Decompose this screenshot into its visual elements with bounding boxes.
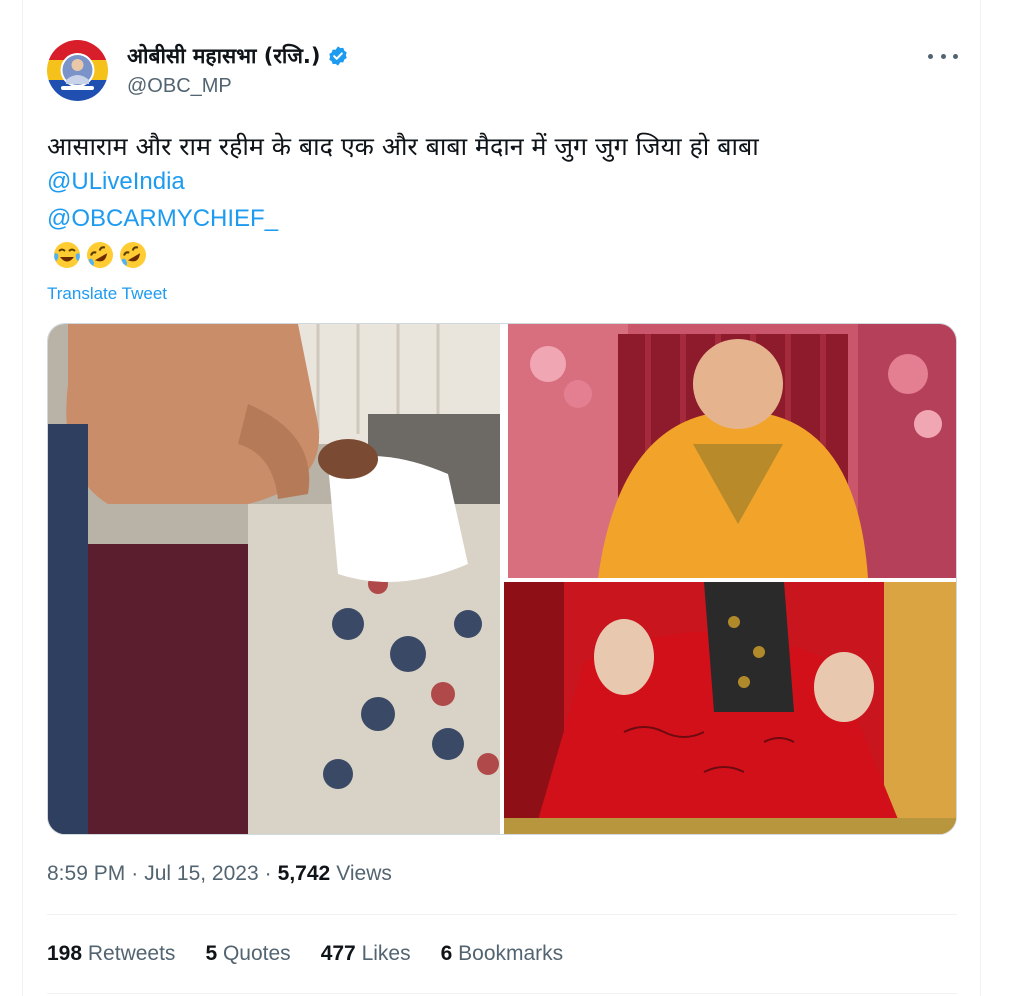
more-options-icon[interactable] <box>928 46 958 66</box>
separator: · <box>264 862 272 885</box>
tweet-image-2[interactable] <box>508 324 956 578</box>
tweet-date[interactable]: Jul 15, 2023 <box>144 862 258 886</box>
mention-link[interactable]: @ULiveIndia <box>47 168 185 196</box>
bookmarks-stat[interactable]: 6 Bookmarks <box>441 942 564 966</box>
translate-tweet-link[interactable]: Translate Tweet <box>47 284 167 304</box>
quotes-stat[interactable]: 5 Quotes <box>205 942 290 966</box>
divider <box>47 993 957 994</box>
tweet-time[interactable]: 8:59 PM <box>47 862 125 886</box>
tweet-text: आसाराम और राम रहीम के बाद एक और बाबा मैद… <box>47 132 759 161</box>
mention-link[interactable]: @OBCARMYCHIEF_ <box>47 205 278 233</box>
rolling-on-floor-laughing-icon <box>118 240 148 270</box>
likes-stat[interactable]: 477 Likes <box>321 942 411 966</box>
timeline-border-left <box>22 0 23 996</box>
divider <box>47 914 957 915</box>
media-grid <box>47 323 957 835</box>
retweets-stat[interactable]: 198 Retweets <box>47 942 175 966</box>
author-handle[interactable]: @OBC_MP <box>127 75 232 98</box>
face-with-tears-of-joy-icon <box>52 240 82 270</box>
verified-badge-icon <box>327 45 349 67</box>
author-avatar[interactable] <box>47 40 108 101</box>
tweet-timestamp: 8:59 PM · Jul 15, 2023 · 5,742 Views <box>47 862 392 886</box>
rolling-on-floor-laughing-icon <box>85 240 115 270</box>
separator: · <box>131 862 139 885</box>
emoji-row <box>52 240 148 270</box>
tweet-image-3[interactable] <box>504 582 956 834</box>
views-count: 5,742 <box>277 862 331 885</box>
views-label: Views <box>336 862 392 885</box>
engagement-stats: 198 Retweets 5 Quotes 477 Likes 6 Bookma… <box>47 942 563 966</box>
author-display-name[interactable]: ओबीसी महासभा (रजि.) <box>127 42 321 70</box>
timeline-border-right <box>980 0 981 996</box>
tweet-image-1[interactable] <box>48 324 500 834</box>
